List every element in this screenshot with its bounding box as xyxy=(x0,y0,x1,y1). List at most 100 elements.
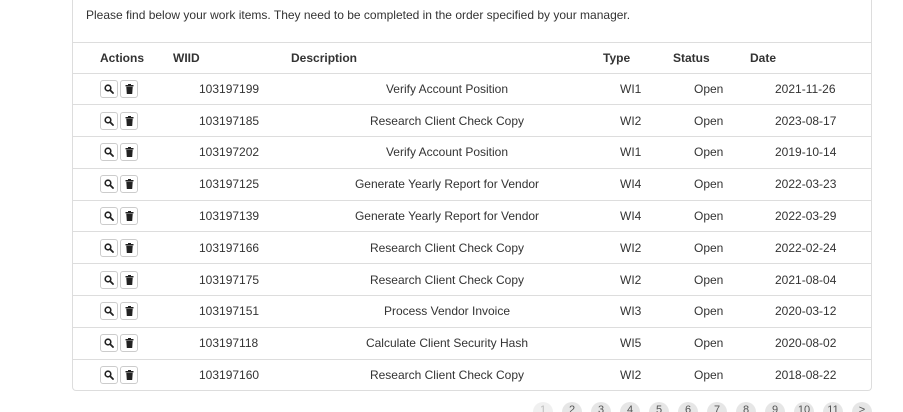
pagination: 1 2 3 4 5 6 7 8 9 10 11 > xyxy=(533,402,872,412)
cell-type: WI2 xyxy=(620,368,642,383)
delete-button[interactable] xyxy=(120,111,138,130)
cell-wiid: 103197199 xyxy=(173,73,291,106)
cell-description: Research Client Check Copy xyxy=(291,231,603,265)
view-button[interactable] xyxy=(100,334,118,353)
delete-button[interactable] xyxy=(120,79,138,98)
table-row: 103197160 Research Client Check Copy WI2 Op… xyxy=(73,359,871,390)
delete-button[interactable] xyxy=(120,302,138,321)
work-items-table: Actions WIID Description Type Status Dat… xyxy=(73,43,871,390)
page-button[interactable]: 11 xyxy=(823,402,843,412)
search-icon xyxy=(104,211,114,221)
row-actions xyxy=(73,168,173,201)
cell-description: Generate Yearly Report for Vendor xyxy=(291,200,603,233)
delete-button[interactable] xyxy=(120,334,138,353)
cell-description: Research Client Check Copy xyxy=(369,368,525,383)
search-icon xyxy=(104,306,114,317)
table-row: 103197199 Verify Account Position WI1 Open 2… xyxy=(73,73,871,106)
search-icon xyxy=(104,147,114,158)
cell-status: Open xyxy=(673,168,750,201)
table-row: 103197175 Research Client Check Copy WI2 Op… xyxy=(73,263,871,297)
cell-type: WI2 xyxy=(603,263,673,297)
cell-wiid: 103197185 xyxy=(173,104,291,138)
page-button[interactable]: 4 xyxy=(620,402,640,412)
page-button[interactable]: 10 xyxy=(794,402,814,412)
cell-description: Verify Account Position xyxy=(291,73,603,106)
view-button[interactable] xyxy=(100,270,118,289)
trash-icon xyxy=(125,338,134,349)
cell-date: 2020-03-12 xyxy=(750,295,871,328)
cell-status: Open xyxy=(673,327,750,360)
header-date: Date xyxy=(750,43,871,74)
trash-icon xyxy=(125,179,134,190)
header-status: Status xyxy=(673,43,750,74)
trash-icon xyxy=(125,83,134,94)
row-actions xyxy=(73,73,173,106)
view-button[interactable] xyxy=(100,207,118,226)
cell-status: Open xyxy=(673,200,750,233)
cell-description: Process Vendor Invoice xyxy=(291,295,603,328)
table-row: 103197125 Generate Yearly Report for Vend… xyxy=(73,168,871,201)
page-button[interactable]: 5 xyxy=(649,402,669,412)
trash-icon xyxy=(125,306,134,317)
search-icon xyxy=(104,275,114,285)
cell-date: 2022-03-29 xyxy=(750,200,871,233)
delete-button[interactable] xyxy=(120,175,138,194)
view-button[interactable] xyxy=(100,143,118,162)
cell-type: WI4 xyxy=(603,168,673,201)
view-button[interactable] xyxy=(100,366,118,385)
cell-status: Open xyxy=(673,73,750,106)
page-button[interactable]: 8 xyxy=(736,402,756,412)
cell-type: WI4 xyxy=(603,200,673,233)
search-icon xyxy=(104,84,114,94)
header-type: Type xyxy=(603,43,673,74)
cell-wiid: 103197125 xyxy=(173,168,291,201)
page-button[interactable]: 7 xyxy=(707,402,727,412)
view-button[interactable] xyxy=(100,79,118,98)
cell-wiid: 103197175 xyxy=(173,263,291,297)
page-button[interactable]: 2 xyxy=(562,402,582,412)
cell-status: Open xyxy=(673,231,750,265)
view-button[interactable] xyxy=(100,238,118,257)
cell-type: WI5 xyxy=(603,327,673,360)
page-next-button[interactable]: > xyxy=(852,402,872,412)
row-actions xyxy=(73,263,173,297)
cell-description: Research Client Check Copy xyxy=(291,104,603,138)
page-button[interactable]: 1 xyxy=(533,402,553,412)
view-button[interactable] xyxy=(100,302,118,321)
table-row: 103197139 Generate Yearly Report for Vend… xyxy=(73,200,871,233)
row-actions xyxy=(73,104,173,138)
cell-status: Open xyxy=(694,368,724,383)
cell-date: 2022-03-23 xyxy=(750,168,871,201)
delete-button[interactable] xyxy=(120,143,138,162)
trash-icon xyxy=(125,211,134,222)
table-row: 103197202 Verify Account Position WI1 Open 2… xyxy=(73,136,871,169)
cell-wiid: 103197202 xyxy=(173,136,291,169)
view-button[interactable] xyxy=(100,111,118,130)
cell-description: Research Client Check Copy xyxy=(291,263,603,297)
cell-wiid: 103197139 xyxy=(173,200,291,233)
table-row: 103197166 Research Client Check Copy WI2 Op… xyxy=(73,231,871,265)
search-icon xyxy=(104,116,114,126)
work-items-panel: Please find below your work items. They … xyxy=(72,0,872,391)
page-button[interactable]: 9 xyxy=(765,402,785,412)
cell-wiid: 103197166 xyxy=(173,231,291,265)
delete-button[interactable] xyxy=(120,238,138,257)
delete-button[interactable] xyxy=(120,207,138,226)
search-icon xyxy=(104,370,114,381)
search-icon xyxy=(104,179,114,190)
table-row: 103197185 Research Client Check Copy WI2 Op… xyxy=(73,104,871,138)
cell-date: 2020-08-02 xyxy=(750,327,871,360)
cell-date: 2023-08-17 xyxy=(750,104,871,138)
row-actions xyxy=(73,200,173,233)
page-button[interactable]: 6 xyxy=(678,402,698,412)
intro-text: Please find below your work items. They … xyxy=(73,0,871,43)
view-button[interactable] xyxy=(100,175,118,194)
header-wiid: WIID xyxy=(173,43,291,74)
row-actions xyxy=(73,295,173,328)
cell-description: Calculate Client Security Hash xyxy=(291,327,603,360)
delete-button[interactable] xyxy=(120,366,138,385)
page-button[interactable]: 3 xyxy=(591,402,611,412)
trash-icon xyxy=(125,370,134,381)
delete-button[interactable] xyxy=(120,270,138,289)
cell-type: WI1 xyxy=(603,136,673,169)
